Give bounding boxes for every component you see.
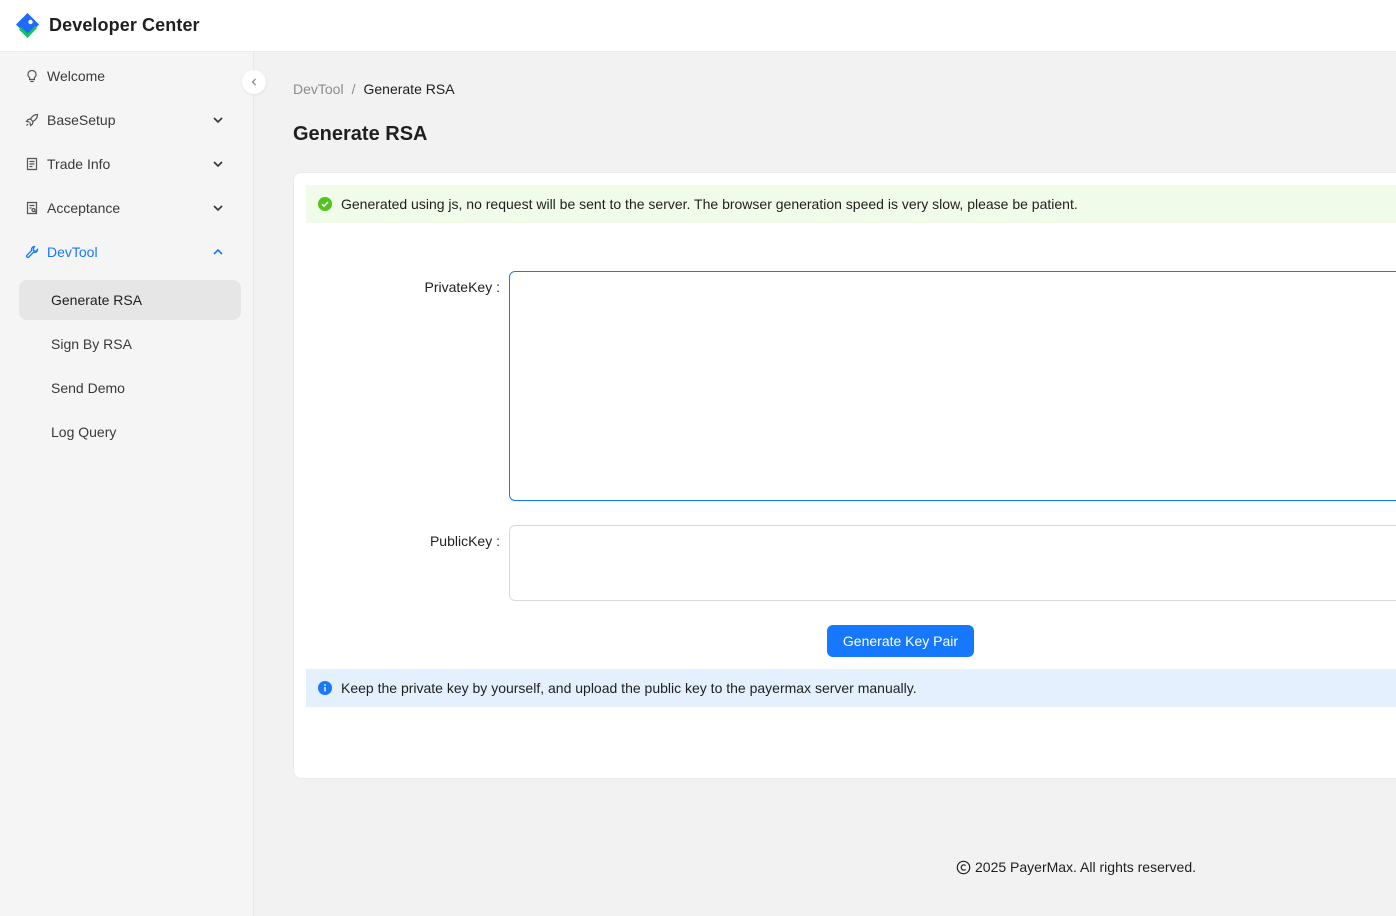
sidebar-item-label: BaseSetup (47, 112, 116, 128)
private-key-label: PrivateKey : (424, 279, 500, 295)
sidebar-item-devtool[interactable]: DevTool (0, 232, 253, 272)
sidebar-item-label: DevTool (47, 244, 98, 260)
sidebar-subitem-label: Generate RSA (51, 292, 143, 308)
copyright-icon (956, 860, 971, 874)
logo-icon (16, 13, 39, 38)
app-title: Developer Center (49, 15, 200, 35)
lightbulb-icon (24, 68, 40, 84)
document-search-icon (24, 200, 40, 216)
info-alert: Keep the private key by yourself, and up… (306, 669, 1396, 707)
breadcrumb-parent[interactable]: DevTool (293, 81, 344, 97)
sidebar: Welcome BaseSetup Trade Info Acceptance … (0, 52, 254, 916)
rocket-icon (24, 112, 40, 128)
chevron-down-icon (213, 161, 223, 168)
footer-text: 2025 PayerMax. All rights reserved. (975, 859, 1196, 875)
sidebar-subitem-sign-by-rsa[interactable]: Sign By RSA (19, 324, 241, 364)
sidebar-subitem-send-demo[interactable]: Send Demo (19, 368, 241, 408)
sidebar-item-label: Trade Info (47, 156, 111, 172)
public-key-label: PublicKey : (429, 533, 500, 549)
sidebar-collapse-button[interactable] (242, 70, 266, 94)
content-card: Generated using js, no request will be s… (293, 172, 1396, 779)
sidebar-item-trade-info[interactable]: Trade Info (0, 144, 253, 184)
footer: 2025 PayerMax. All rights reserved. (956, 859, 1196, 875)
check-circle-icon (318, 197, 332, 211)
info-alert-text: Keep the private key by yourself, and up… (341, 680, 917, 696)
breadcrumb-current: Generate RSA (363, 81, 455, 97)
page-title: Generate RSA (293, 123, 428, 145)
breadcrumb-separator: / (351, 81, 356, 97)
sidebar-item-label: Welcome (47, 68, 106, 84)
sidebar-subitem-log-query[interactable]: Log Query (19, 412, 241, 452)
receipt-icon (24, 156, 40, 172)
generate-key-pair-button[interactable]: Generate Key Pair (827, 625, 974, 657)
sidebar-subitem-label: Send Demo (51, 380, 125, 396)
info-circle-icon (318, 681, 332, 695)
sidebar-item-welcome[interactable]: Welcome (0, 56, 253, 96)
success-alert: Generated using js, no request will be s… (306, 185, 1396, 223)
sidebar-item-label: Acceptance (47, 200, 121, 216)
wrench-icon (24, 244, 40, 260)
sidebar-subitem-label: Log Query (51, 424, 117, 440)
chevron-down-icon (213, 117, 223, 124)
chevron-up-icon (213, 248, 223, 255)
sidebar-subitem-generate-rsa[interactable]: Generate RSA (19, 280, 241, 320)
private-key-textarea[interactable] (509, 271, 1396, 501)
breadcrumb: DevTool / Generate RSA (293, 80, 455, 98)
sidebar-subitem-label: Sign By RSA (51, 336, 132, 352)
chevron-down-icon (213, 205, 223, 212)
top-header: Developer Center (0, 0, 1396, 52)
sidebar-item-basesetup[interactable]: BaseSetup (0, 100, 253, 140)
chevron-left-icon (251, 78, 256, 86)
sidebar-item-acceptance[interactable]: Acceptance (0, 188, 253, 228)
success-alert-text: Generated using js, no request will be s… (341, 196, 1078, 212)
public-key-textarea[interactable] (509, 525, 1396, 601)
